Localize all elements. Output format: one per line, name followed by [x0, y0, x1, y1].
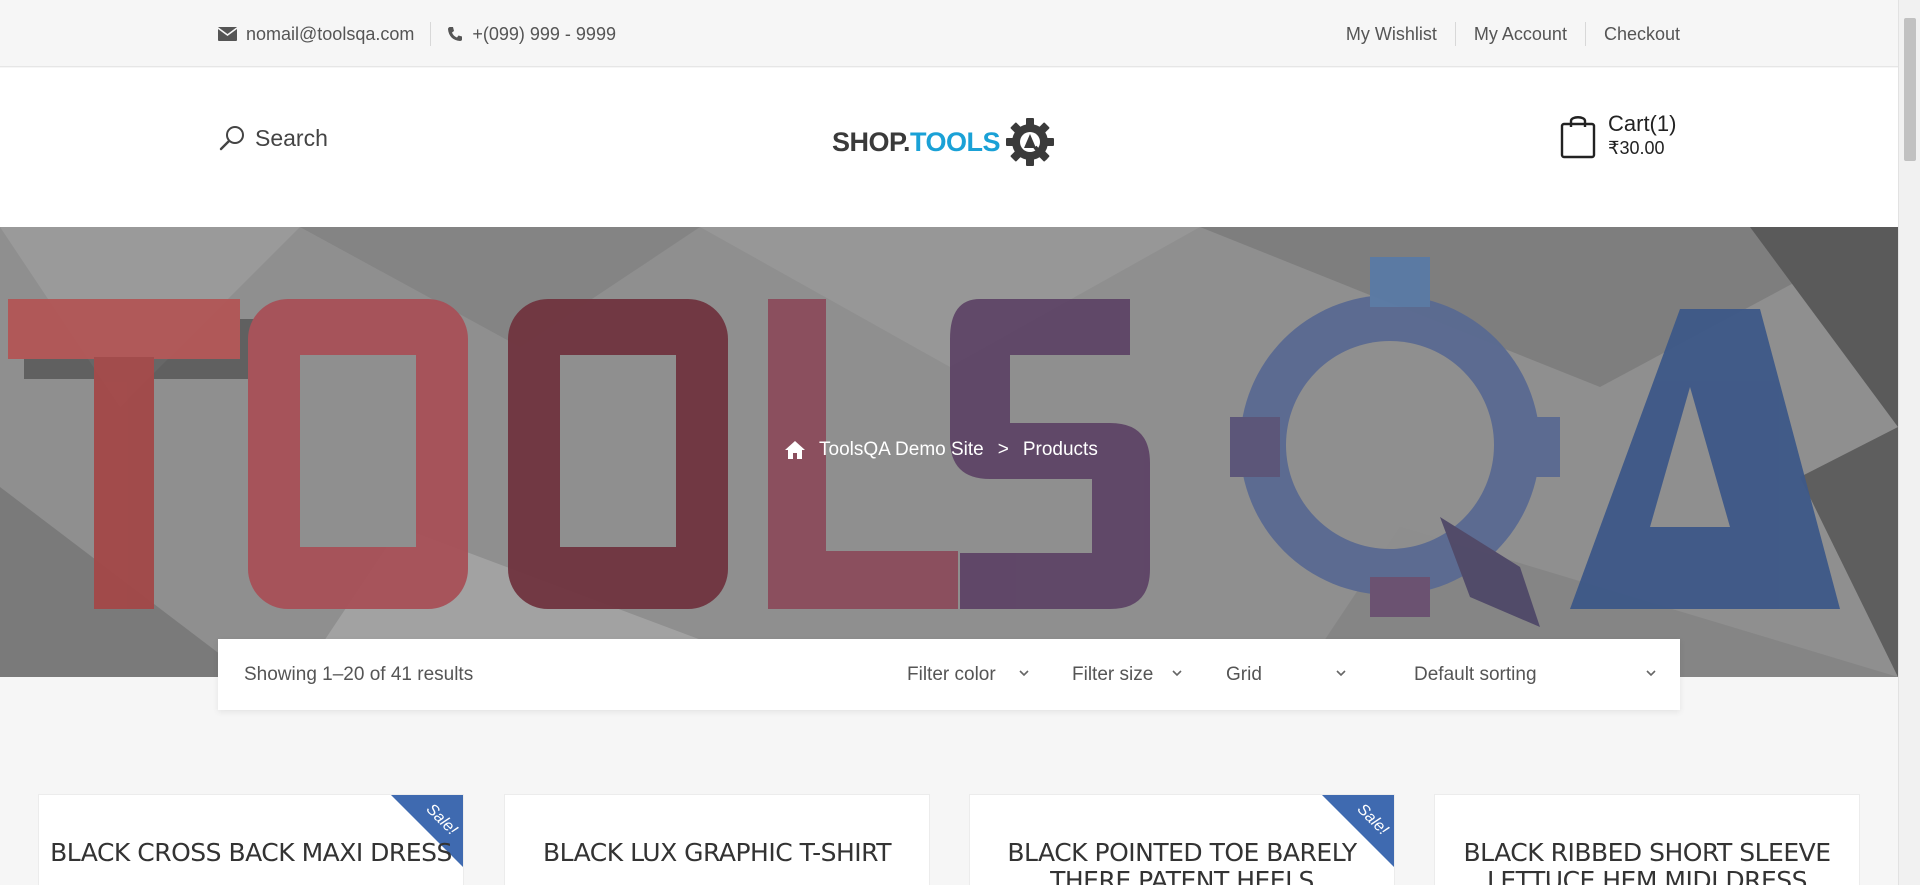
chevron-down-icon: [1172, 670, 1182, 677]
chevron-down-icon: [1019, 670, 1029, 677]
cart-total: ₹30.00: [1608, 138, 1665, 158]
view-mode-label: Grid: [1226, 664, 1262, 685]
search-label: Search: [255, 124, 328, 151]
home-icon[interactable]: [784, 440, 806, 460]
product-title[interactable]: BLACK RIBBED SHORT SLEEVE LETTUCE HEM MI…: [1435, 839, 1859, 885]
site-header: Search SHOP. TOOLS Cart(1) ₹30.00: [0, 68, 1898, 227]
wishlist-link[interactable]: My Wishlist: [1346, 24, 1437, 45]
shop-toolbar: Showing 1–20 of 41 results Filter color …: [218, 639, 1680, 710]
product-title[interactable]: BLACK CROSS BACK MAXI DRESS: [39, 839, 463, 867]
logo-text-shop: SHOP.: [832, 126, 911, 157]
divider: [430, 22, 432, 46]
phone-contact[interactable]: +(099) 999 - 9999: [447, 24, 616, 45]
product-card[interactable]: Sale! BLACK CROSS BACK MAXI DRESS: [38, 794, 464, 885]
search-button[interactable]: Search: [218, 124, 328, 152]
gear-logo-icon: [1006, 118, 1055, 166]
cart-label: Cart(1): [1608, 111, 1677, 136]
contact-info: nomail@toolsqa.com +(099) 999 - 9999: [218, 22, 616, 46]
product-card[interactable]: BLACK LUX GRAPHIC T-SHIRT: [504, 794, 930, 885]
logo-text-tools: TOOLS: [910, 126, 1001, 157]
checkout-link[interactable]: Checkout: [1604, 24, 1680, 45]
filter-size-dropdown[interactable]: Filter size: [1072, 664, 1182, 686]
breadcrumb-home-link[interactable]: ToolsQA Demo Site: [819, 439, 984, 461]
phone-icon: [448, 27, 463, 41]
envelope-icon: [218, 27, 237, 41]
divider: [1454, 22, 1456, 46]
product-title[interactable]: BLACK LUX GRAPHIC T-SHIRT: [505, 839, 929, 867]
sorting-dropdown[interactable]: Default sorting: [1414, 664, 1656, 686]
result-count: Showing 1–20 of 41 results: [244, 664, 474, 685]
breadcrumb-current: Products: [1022, 439, 1098, 460]
cart-widget[interactable]: Cart(1) ₹30.00: [1560, 112, 1676, 160]
filter-color-label: Filter color: [907, 664, 996, 685]
product-card[interactable]: Sale! BLACK POINTED TOE BARELY THERE PAT…: [969, 794, 1395, 885]
hero-banner: ToolsQA Demo Site > Products: [0, 227, 1898, 677]
page-scrollbar[interactable]: [1898, 0, 1920, 885]
top-bar: nomail@toolsqa.com +(099) 999 - 9999 My …: [0, 0, 1898, 67]
email-text: nomail@toolsqa.com: [246, 23, 415, 44]
product-title[interactable]: BLACK POINTED TOE BARELY THERE PATENT HE…: [970, 839, 1394, 885]
filter-size-label: Filter size: [1072, 664, 1154, 685]
sorting-label: Default sorting: [1414, 664, 1537, 685]
search-icon: [219, 126, 244, 151]
scrollbar-thumb[interactable]: [1904, 18, 1916, 161]
view-mode-dropdown[interactable]: Grid: [1226, 664, 1346, 686]
site-logo[interactable]: SHOP. TOOLS: [832, 114, 1058, 170]
breadcrumb-separator: >: [997, 439, 1009, 460]
divider: [1584, 22, 1586, 46]
shopping-bag-icon: [1560, 116, 1596, 159]
phone-text: +(099) 999 - 9999: [472, 23, 616, 44]
breadcrumb: ToolsQA Demo Site > Products: [784, 439, 1098, 461]
filter-color-dropdown[interactable]: Filter color: [907, 664, 1029, 686]
account-links: My Wishlist My Account Checkout: [1346, 22, 1680, 46]
chevron-down-icon: [1646, 670, 1656, 677]
chevron-down-icon: [1336, 670, 1346, 677]
email-contact[interactable]: nomail@toolsqa.com: [218, 24, 414, 45]
my-account-link[interactable]: My Account: [1474, 24, 1567, 45]
product-card[interactable]: BLACK RIBBED SHORT SLEEVE LETTUCE HEM MI…: [1434, 794, 1860, 885]
